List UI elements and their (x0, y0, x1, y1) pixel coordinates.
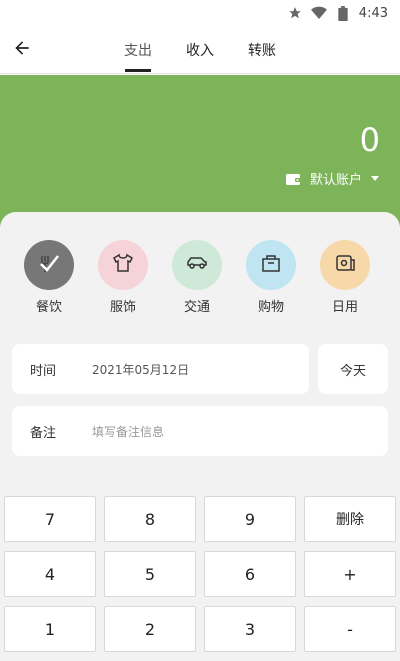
star-icon (287, 5, 303, 21)
key-3[interactable]: 3 (204, 606, 296, 652)
key-8[interactable]: 8 (104, 496, 196, 542)
category-shopping[interactable]: 购物 (241, 240, 301, 320)
car-icon (185, 254, 209, 276)
key-delete[interactable]: 删除 (304, 496, 396, 542)
category-label: 服饰 (109, 300, 136, 315)
category-transport[interactable]: 交通 (167, 240, 227, 320)
tab-transfer[interactable]: 转账 (236, 26, 298, 74)
category-label: 餐饮 (35, 300, 62, 315)
category-clothing[interactable]: 服饰 (93, 240, 153, 320)
key-plus[interactable]: + (304, 551, 396, 597)
tab-income[interactable]: 收入 (174, 26, 236, 74)
date-row[interactable]: 时间 2021年05月12日 (12, 344, 309, 394)
key-1[interactable]: 1 (4, 606, 96, 652)
date-label: 时间 (30, 363, 57, 379)
battery-icon (335, 5, 351, 21)
date-value: 2021年05月12日 (92, 362, 190, 377)
key-2[interactable]: 2 (104, 606, 196, 652)
category-daily[interactable]: 日用 (315, 240, 375, 320)
arrow-left-icon (12, 38, 32, 62)
category-icon-circle (172, 240, 222, 290)
wifi-icon (310, 5, 327, 21)
category-food[interactable]: 餐饮 (19, 240, 79, 320)
amount-display: 0 (359, 121, 380, 159)
category-icon-circle (24, 240, 74, 290)
key-6[interactable]: 6 (204, 551, 296, 597)
key-minus[interactable]: - (304, 606, 396, 652)
tab-expense[interactable]: 支出 (112, 26, 174, 74)
top-app-bar: 支出 收入 转账 (0, 26, 400, 74)
category-list: 餐饮 服饰 交通 购物 日用 (0, 240, 400, 320)
category-icon-circle (320, 240, 370, 290)
category-icon-circle (98, 240, 148, 290)
toilet-paper-icon (334, 252, 356, 278)
status-time: 4:43 (358, 5, 388, 21)
category-label: 日用 (331, 300, 358, 315)
key-5[interactable]: 5 (104, 551, 196, 597)
shirt-icon (112, 252, 134, 278)
today-button[interactable]: 今天 (318, 344, 388, 394)
key-4[interactable]: 4 (4, 551, 96, 597)
note-label: 备注 (30, 425, 57, 441)
account-selector[interactable]: 默认账户 (285, 169, 380, 188)
category-label: 交通 (183, 300, 210, 315)
category-icon-circle (246, 240, 296, 290)
caret-down-icon (370, 171, 380, 186)
back-button[interactable] (8, 36, 36, 64)
number-keypad: 7 8 9 删除 4 5 6 + 1 2 3 - (0, 494, 400, 661)
type-tabs: 支出 收入 转账 (112, 26, 298, 74)
key-9[interactable]: 9 (204, 496, 296, 542)
note-row[interactable]: 备注 填写备注信息 (12, 406, 388, 456)
note-input[interactable]: 填写备注信息 (92, 423, 164, 440)
wallet-icon (285, 172, 302, 186)
category-label: 购物 (257, 300, 284, 315)
key-7[interactable]: 7 (4, 496, 96, 542)
checkmark-icon (36, 250, 62, 280)
shopping-bag-icon (260, 252, 282, 278)
account-name: 默认账户 (309, 173, 362, 188)
status-bar: 4:43 (0, 0, 400, 26)
